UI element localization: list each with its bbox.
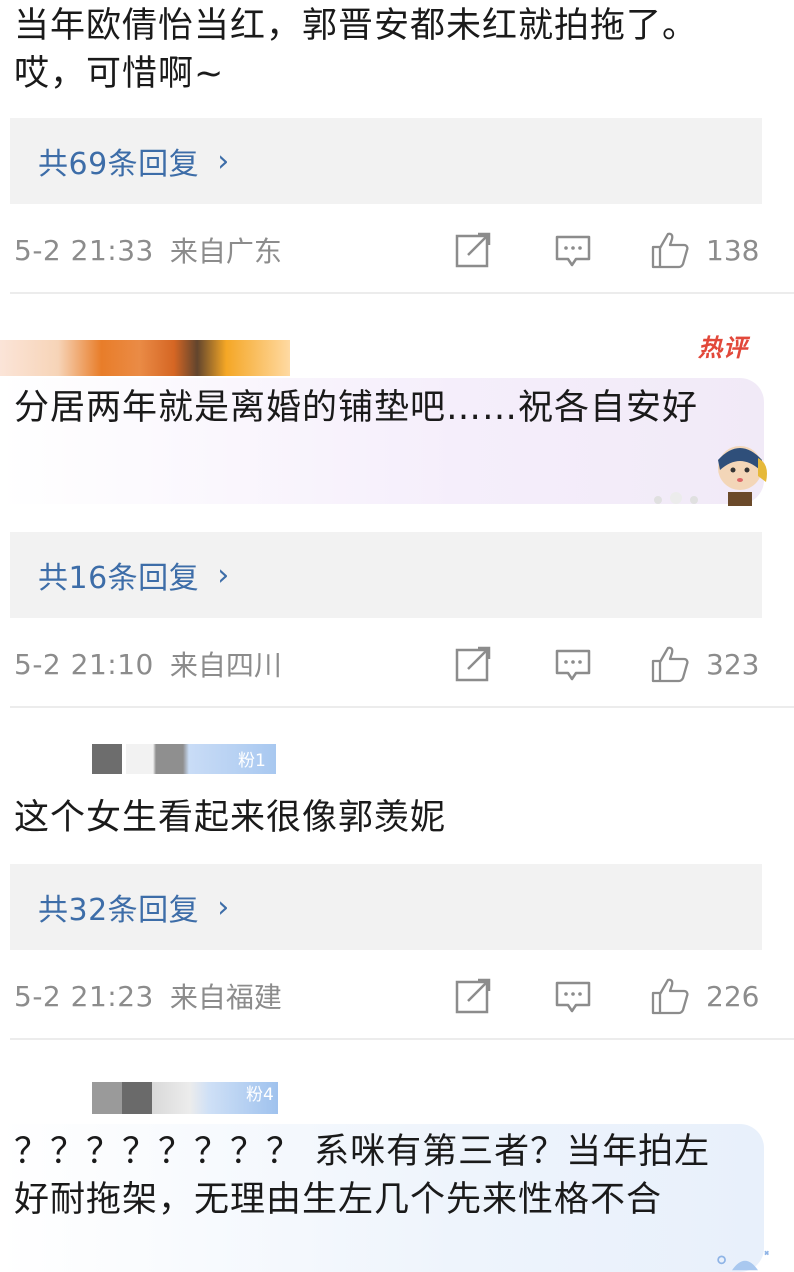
user-row[interactable]: [0, 318, 794, 376]
comment-text: ？？？？？？？？ 系咪有第三者？当年拍左好耐拖架，无理由生左几个先来性格不合: [14, 1132, 711, 1220]
comment-text: 这个女生看起来很像郭羡妮: [14, 798, 447, 838]
comment-time: 5-2 21:33: [14, 233, 154, 267]
comment-meta: 5-2 21:10 来自四川 323: [14, 642, 774, 686]
like-count: 226: [706, 979, 760, 1013]
comment-icon[interactable]: [554, 231, 592, 269]
like-button[interactable]: 323: [650, 642, 759, 686]
comment-time: 5-2 21:23: [14, 979, 154, 1013]
user-row[interactable]: 粉4: [0, 1070, 794, 1120]
chevron-right-icon: ›: [217, 889, 230, 925]
decoration-dots-icon: [654, 492, 698, 504]
decoration-wave-icon: [717, 1250, 770, 1271]
like-count: 323: [706, 647, 760, 681]
share-edit-icon[interactable]: [454, 977, 492, 1015]
reply-box[interactable]: 共16条回复 ›: [10, 532, 762, 618]
user-row[interactable]: 粉1: [0, 738, 794, 788]
thumbs-up-icon: [651, 232, 689, 269]
fan-badge: 粉1: [238, 751, 266, 771]
comment-location: 来自广东: [169, 235, 282, 268]
comment-text: 分居两年就是离婚的铺垫吧……祝各自安好: [14, 388, 699, 428]
view-replies-link[interactable]: 共32条回复 ›: [38, 885, 230, 929]
decoration-girl-icon: [718, 446, 767, 506]
comment-text: 当年欧倩怡当红，郭晋安都未红就拍拖了。哎，可惜啊~: [14, 6, 699, 94]
comment-meta: 5-2 21:23 来自福建 226: [14, 974, 774, 1018]
view-replies-link[interactable]: 共69条回复 ›: [38, 139, 230, 183]
comment-location: 来自四川: [169, 649, 282, 682]
reply-box[interactable]: 共32条回复 ›: [10, 864, 762, 950]
avatar[interactable]: [0, 340, 290, 376]
comment-location: 来自福建: [169, 981, 282, 1014]
view-replies-link[interactable]: 共16条回复 ›: [38, 553, 230, 597]
like-button[interactable]: 138: [650, 228, 759, 272]
avatar[interactable]: [92, 744, 122, 774]
chevron-right-icon: ›: [217, 143, 230, 179]
reply-count-label: 共16条回复: [38, 561, 200, 596]
divider: [10, 706, 794, 708]
chevron-right-icon: ›: [217, 557, 230, 593]
thumbs-up-icon: [651, 646, 689, 683]
comment-time: 5-2 21:10: [14, 647, 154, 681]
reply-count-label: 共32条回复: [38, 893, 200, 928]
like-count: 138: [706, 233, 760, 267]
divider: [10, 292, 794, 294]
share-edit-icon[interactable]: [454, 231, 492, 269]
share-edit-icon[interactable]: [454, 645, 492, 683]
fan-badge: 粉4: [246, 1085, 274, 1105]
hot-comment-badge: 热评: [698, 334, 748, 362]
comment-meta: 5-2 21:33 来自广东 138: [14, 228, 774, 272]
comment-icon[interactable]: [554, 977, 592, 1015]
divider: [10, 1038, 794, 1040]
reply-box[interactable]: 共69条回复 ›: [10, 118, 762, 204]
comment-icon[interactable]: [554, 645, 592, 683]
like-button[interactable]: 226: [650, 974, 759, 1018]
avatar[interactable]: [92, 1082, 152, 1114]
reply-count-label: 共69条回复: [38, 147, 200, 182]
thumbs-up-icon: [651, 978, 689, 1015]
